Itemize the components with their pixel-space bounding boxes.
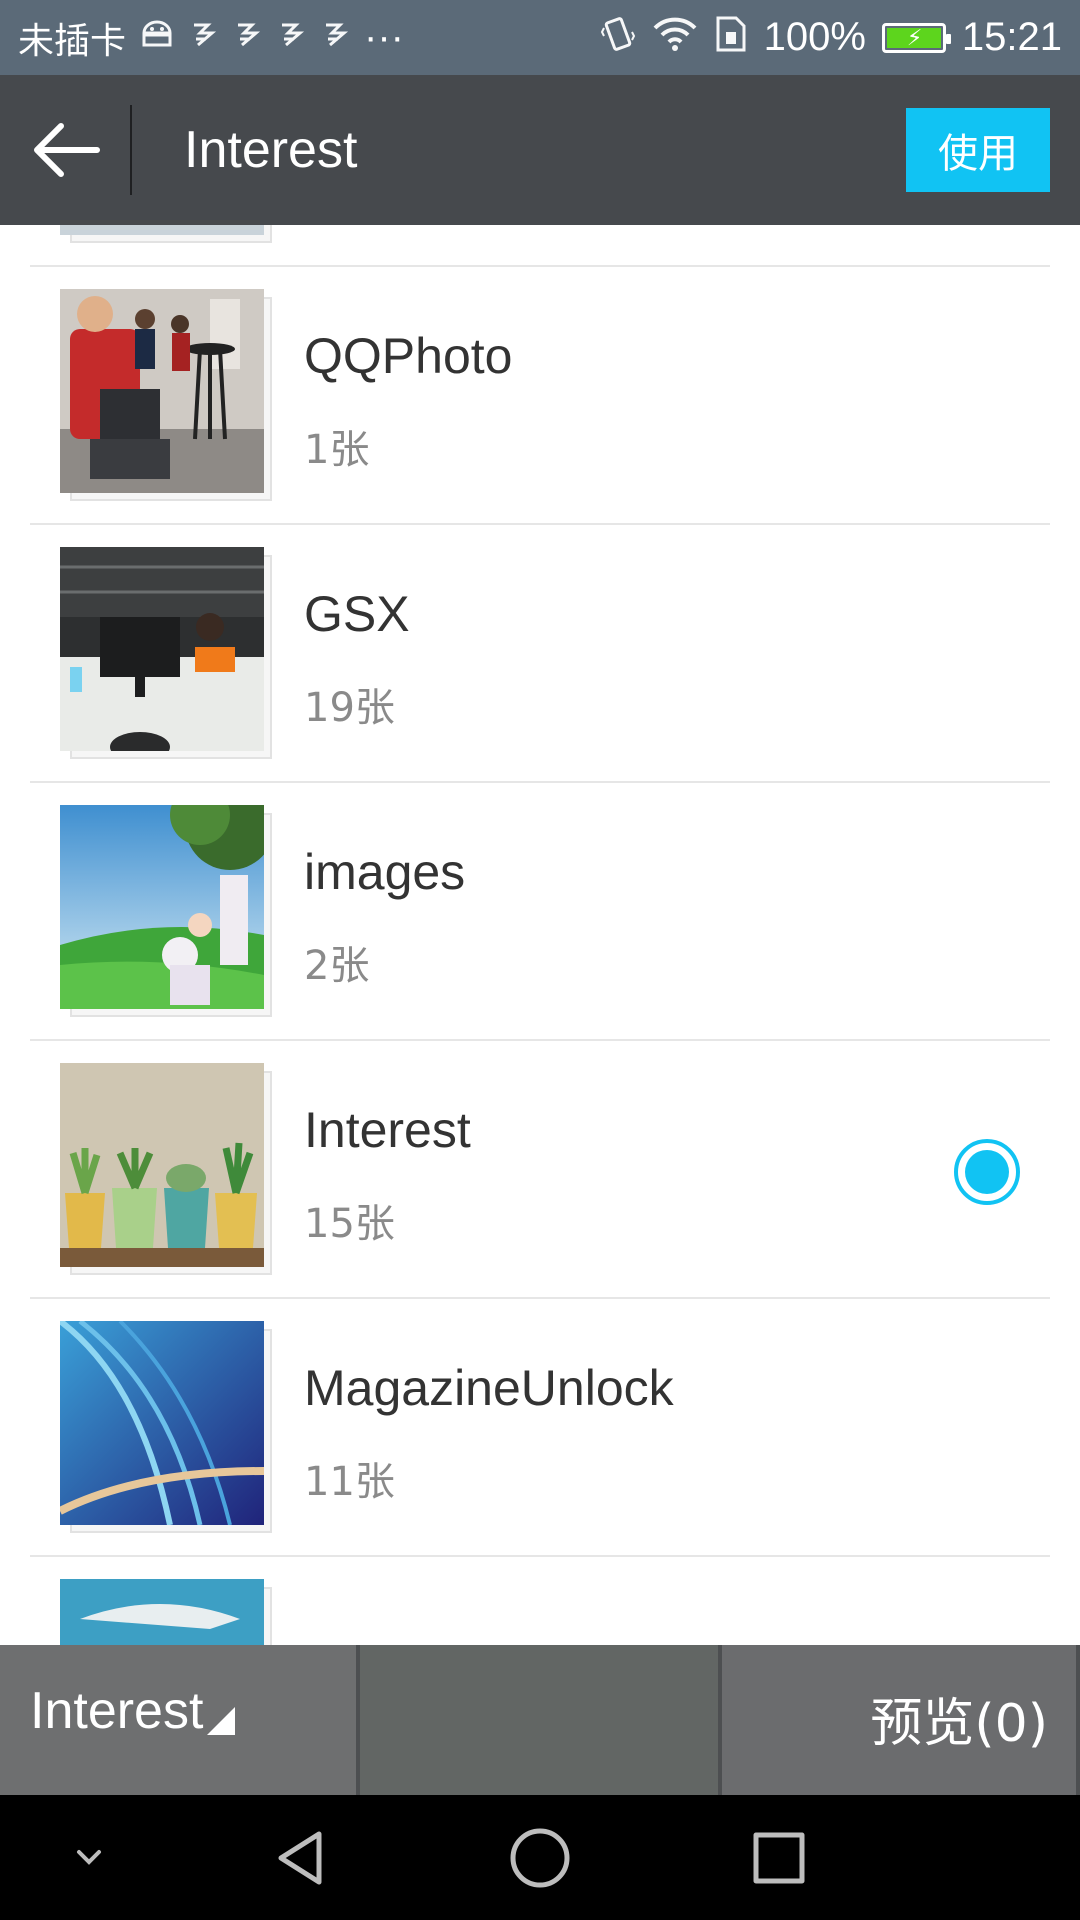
status-bar: 未插卡 ··· 100% ⚡ 15:21 — [0, 0, 1080, 75]
use-button[interactable]: 使用 — [906, 108, 1050, 192]
album-count: 19张 — [304, 685, 395, 731]
status-left: 未插卡 ··· — [18, 12, 404, 64]
sms-icon — [188, 19, 218, 57]
album-name: MagazineUnlock — [304, 1360, 674, 1416]
back-arrow-icon — [34, 123, 100, 177]
sms-icon — [320, 19, 350, 57]
vibrate-icon — [600, 14, 636, 62]
dropdown-corner-icon — [207, 1707, 236, 1735]
album-count: 1张 — [304, 427, 370, 473]
album-thumbnail — [60, 1579, 272, 1645]
album-row-magazineunlock[interactable]: MagazineUnlock 11张 — [30, 1299, 1050, 1557]
app-bar: Interest 使用 — [0, 75, 1080, 225]
battery-icon: ⚡ — [881, 22, 951, 53]
album-thumbnail — [60, 1063, 272, 1275]
album-row[interactable]: 1张 — [30, 225, 1050, 267]
album-thumbnail — [60, 225, 272, 243]
album-thumbnail — [60, 547, 272, 759]
system-nav-bar — [0, 1795, 1080, 1920]
battery-percent: 100% — [763, 15, 866, 59]
status-right: 100% ⚡ 15:21 — [600, 14, 1062, 62]
album-list: 1张 — [30, 225, 1050, 1645]
page-title: Interest — [184, 121, 358, 179]
back-triangle-icon[interactable] — [236, 1795, 366, 1920]
album-selector-label: Interest — [30, 1682, 204, 1740]
chevron-down-icon[interactable] — [24, 1795, 154, 1920]
home-circle-icon[interactable] — [475, 1795, 605, 1920]
recents-square-icon[interactable] — [714, 1795, 844, 1920]
album-row-gsx[interactable]: GSX 19张 — [30, 525, 1050, 783]
album-name: GSX — [304, 586, 410, 642]
album-row-qqphoto[interactable]: QQPhoto 1张 — [30, 267, 1050, 525]
album-list-viewport[interactable]: 1张 — [0, 225, 1080, 1645]
wifi-icon — [652, 16, 698, 60]
bottom-bar: Interest 预览(0) — [0, 1645, 1080, 1795]
album-row-images[interactable]: images 2张 — [30, 783, 1050, 1041]
carrier-text: 未插卡 — [18, 20, 127, 62]
album-name: QQPhoto — [304, 328, 513, 384]
sms-icon — [232, 19, 262, 57]
album-thumbnail — [60, 805, 272, 1017]
back-button[interactable] — [0, 75, 130, 225]
album-count: 11张 — [304, 1459, 395, 1505]
album-count: 15张 — [304, 1201, 395, 1247]
charging-bolt-icon: ⚡ — [906, 24, 923, 50]
android-icon — [140, 19, 174, 57]
more-notifications: ··· — [364, 15, 404, 59]
album-count: 2张 — [304, 943, 370, 989]
selected-radio[interactable] — [954, 1139, 1020, 1205]
album-row[interactable] — [30, 1557, 1050, 1645]
album-name: images — [304, 844, 466, 900]
clock: 15:21 — [961, 15, 1062, 59]
title-divider — [130, 105, 132, 195]
album-thumbnail — [60, 289, 272, 501]
preview-button[interactable]: 预览(0) — [870, 1681, 1048, 1756]
album-name: Interest — [304, 1102, 471, 1158]
album-selector[interactable]: Interest — [30, 1681, 236, 1741]
album-row-interest[interactable]: Interest 15张 — [30, 1041, 1050, 1299]
background-photo-tile — [360, 1645, 722, 1795]
sms-icon — [276, 19, 306, 57]
album-thumbnail — [60, 1321, 272, 1533]
sim-icon — [714, 14, 748, 62]
